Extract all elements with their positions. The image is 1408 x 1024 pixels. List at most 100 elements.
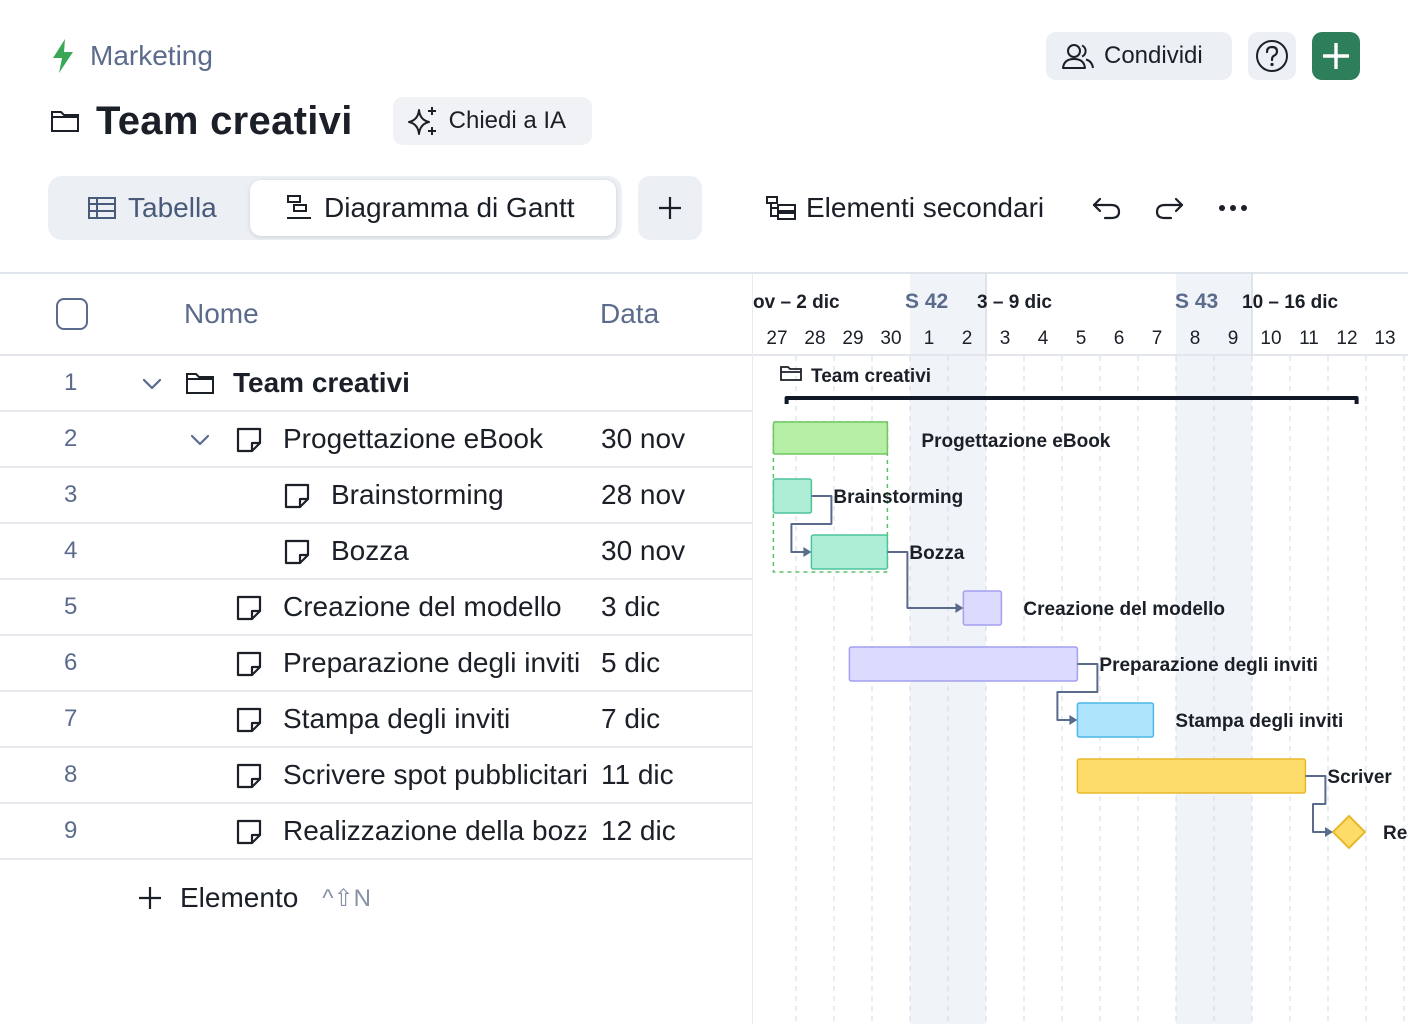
row-name[interactable]: Preparazione degli inviti [283, 647, 586, 679]
column-header-date[interactable]: Data [600, 298, 659, 330]
chevron-down-icon[interactable] [189, 430, 211, 450]
row-name[interactable]: Bozza [331, 535, 586, 567]
item-icon [235, 706, 263, 734]
row-date[interactable]: 12 dic [601, 815, 676, 847]
task-bar[interactable] [1076, 702, 1155, 738]
row-number: 8 [64, 761, 78, 788]
item-icon [283, 538, 311, 566]
workspace-name: Marketing [90, 40, 213, 71]
task-bar[interactable] [848, 646, 1079, 682]
day-label: 1 [924, 328, 935, 349]
row-date[interactable]: 30 nov [601, 423, 685, 455]
redo-icon [1155, 197, 1184, 220]
redo-button[interactable] [1150, 188, 1188, 228]
row-number: 7 [64, 705, 78, 732]
table-row[interactable]: 6 Preparazione degli inviti 5 dic [0, 636, 752, 692]
workspace-breadcrumb[interactable]: Marketing [50, 36, 213, 76]
row-number: 9 [64, 817, 78, 844]
week-range-label: 3 – 9 dic [977, 292, 1052, 313]
table-row[interactable]: 2 Progettazione eBook 30 nov [0, 412, 752, 468]
select-all-checkbox[interactable] [56, 298, 88, 330]
task-bar[interactable] [1076, 758, 1307, 794]
tab-table[interactable]: Tabella [52, 180, 217, 236]
title-row: Team creativi Chiedi a IA [50, 96, 593, 146]
row-name[interactable]: Scrivere spot pubblicitario [283, 759, 586, 791]
day-label: 8 [1190, 328, 1201, 349]
more-button[interactable] [1212, 188, 1254, 228]
table-row[interactable]: 9 Realizzazione della bozza 12 dic [0, 804, 752, 860]
row-number: 1 [64, 369, 78, 396]
group-label: Team creativi [811, 366, 931, 387]
table-row[interactable]: 1 Team creativi [0, 356, 752, 412]
add-button[interactable] [1312, 32, 1360, 80]
dependency-arrowhead [803, 547, 812, 557]
row-name[interactable]: Realizzazione della bozza [283, 815, 586, 847]
dependency-arrowhead [1069, 715, 1078, 725]
page-title: Team creativi [96, 98, 353, 143]
sub-items-button[interactable]: Elementi secondari [766, 186, 1044, 230]
table-row[interactable]: 8 Scrivere spot pubblicitario 11 dic [0, 748, 752, 804]
day-label: 6 [1114, 328, 1125, 349]
row-name[interactable]: Progettazione eBook [283, 423, 586, 455]
row-date[interactable]: 5 dic [601, 647, 660, 679]
task-bar[interactable] [962, 590, 1003, 626]
folder-icon [51, 111, 79, 132]
row-name[interactable]: Stampa degli inviti [283, 703, 586, 735]
chevron-down-icon[interactable] [141, 374, 163, 394]
shortcut-hint: ^⇧N [322, 884, 371, 912]
week-number-label: S 43 [1175, 290, 1218, 313]
milestone-marker[interactable] [1331, 814, 1367, 850]
help-button[interactable] [1248, 32, 1296, 80]
users-icon [1062, 44, 1094, 69]
plus-icon [659, 197, 681, 219]
subitems-icon [766, 196, 796, 220]
row-name[interactable]: Creazione del modello [283, 591, 586, 623]
day-label: 4 [1038, 328, 1049, 349]
day-label: 30 [880, 328, 901, 349]
task-bar[interactable] [810, 534, 889, 570]
bar-label: Brainstorming [833, 487, 963, 508]
row-date[interactable]: 30 nov [601, 535, 685, 567]
bar-label: Reali [1383, 823, 1408, 844]
gantt-icon [287, 195, 311, 219]
plus-icon [139, 887, 161, 909]
day-label: 29 [842, 328, 863, 349]
dependency-arrow [1305, 775, 1327, 833]
bar-label: Preparazione degli inviti [1099, 655, 1318, 676]
row-date[interactable]: 7 dic [601, 703, 660, 735]
table-row[interactable]: 4 Bozza 30 nov [0, 524, 752, 580]
day-label: 11 [1299, 328, 1319, 349]
share-button[interactable]: Condividi [1046, 32, 1232, 80]
table-row[interactable]: 5 Creazione del modello 3 dic [0, 580, 752, 636]
row-date[interactable]: 11 dic [601, 759, 674, 791]
row-date[interactable]: 3 dic [601, 591, 660, 623]
tab-gantt[interactable]: Diagramma di Gantt [250, 180, 616, 236]
bar-label: Stampa degli inviti [1175, 711, 1343, 732]
task-bar[interactable] [772, 478, 813, 514]
item-icon [235, 594, 263, 622]
table-row[interactable]: 7 Stampa degli inviti 7 dic [0, 692, 752, 748]
bar-label: Bozza [909, 543, 964, 564]
day-label: 2 [962, 328, 973, 349]
dependency-arrowhead [1325, 827, 1333, 837]
day-label: 9 [1228, 328, 1239, 349]
item-icon [283, 482, 311, 510]
row-name[interactable]: Brainstorming [331, 479, 586, 511]
day-label: 5 [1076, 328, 1087, 349]
add-view-button[interactable] [638, 176, 702, 240]
column-header-name[interactable]: Nome [184, 298, 259, 330]
row-name[interactable]: Team creativi [233, 367, 586, 399]
bar-label: Progettazione eBook [921, 431, 1110, 452]
ask-ai-label: Chiedi a IA [448, 107, 567, 134]
undo-button[interactable] [1088, 188, 1126, 228]
row-number: 2 [64, 425, 78, 452]
ask-ai-button[interactable]: Chiedi a IA [392, 97, 593, 145]
item-table: Nome Data 1 Team creativi 2 Progettazione e… [0, 274, 752, 1024]
task-bar[interactable] [772, 421, 889, 455]
row-number: 5 [64, 593, 78, 620]
sub-items-label: Elementi secondari [806, 192, 1045, 223]
table-row[interactable]: 3 Brainstorming 28 nov [0, 468, 752, 524]
table-header: Nome Data [0, 274, 752, 356]
add-item-button[interactable]: Elemento ^⇧N [138, 882, 371, 914]
row-date[interactable]: 28 nov [601, 479, 685, 511]
